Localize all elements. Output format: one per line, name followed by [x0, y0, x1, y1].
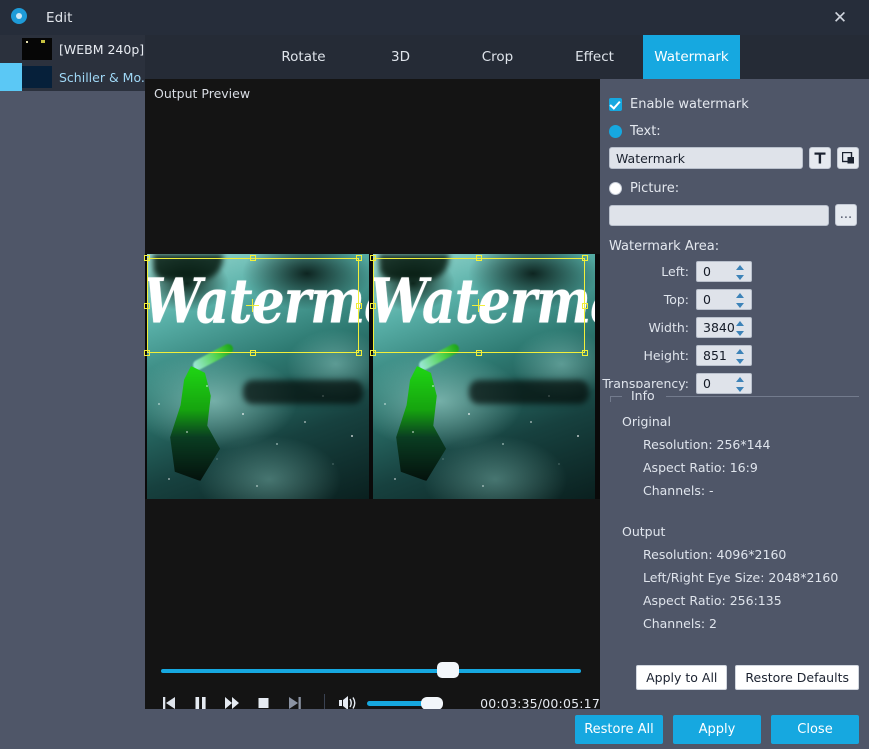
left-eye-view: Watermark [147, 254, 369, 499]
watermark-height-row: Height: 851 [600, 345, 869, 366]
watermark-top-stepper[interactable]: 0 [696, 289, 752, 310]
watermark-width-stepper[interactable]: 3840 [696, 317, 752, 338]
watermark-area-title: Watermark Area: [609, 239, 720, 254]
watermark-height-label: Height: [643, 348, 689, 363]
watermark-left-label: Left: [661, 264, 689, 279]
restore-defaults-button[interactable]: Restore Defaults [735, 665, 859, 690]
tab-bar: Rotate 3D Crop Effect Watermark [145, 35, 869, 79]
watermark-picture-row: ... [609, 204, 869, 226]
list-item[interactable]: [WEBM 240p] .. [0, 35, 145, 63]
output-title: Output [622, 524, 666, 539]
watermark-left-stepper[interactable]: 0 [696, 261, 752, 282]
watermark-text-input[interactable] [609, 147, 803, 169]
file-list: [WEBM 240p] .. Schiller & Mo... [0, 35, 145, 749]
tab-crop[interactable]: Crop [449, 35, 546, 79]
enable-watermark-row[interactable]: Enable watermark [609, 97, 869, 112]
watermark-left-row: Left: 0 [600, 261, 869, 282]
stepper-arrows-icon[interactable] [736, 265, 745, 280]
text-radio[interactable] [609, 125, 622, 138]
stepper-arrows-icon[interactable] [736, 321, 745, 336]
output-channels: Channels: 2 [643, 616, 717, 631]
close-button[interactable]: Close [771, 714, 859, 744]
browse-picture-button[interactable]: ... [835, 204, 857, 226]
watermark-left-value: 0 [703, 264, 711, 279]
watermark-top-row: Top: 0 [600, 289, 869, 310]
tab-3d[interactable]: 3D [352, 35, 449, 79]
right-eye-view: Watermark [373, 254, 595, 499]
tab-watermark[interactable]: Watermark [643, 35, 740, 79]
selection-strip [0, 63, 22, 91]
info-legend: Info [627, 388, 659, 403]
seek-track[interactable] [161, 662, 581, 678]
picture-radio-label: Picture: [630, 181, 680, 196]
font-T-icon[interactable] [809, 147, 831, 169]
layers-color-icon[interactable] [837, 147, 859, 169]
picture-radio-row[interactable]: Picture: [609, 181, 869, 196]
original-resolution: Resolution: 256*144 [643, 437, 771, 452]
watermark-transparency-value: 0 [703, 376, 711, 391]
enable-watermark-label: Enable watermark [630, 97, 749, 112]
watermark-height-value: 851 [703, 348, 727, 363]
title-bar: Edit ✕ [0, 0, 869, 35]
dialog-footer: Restore All Apply Close [0, 709, 869, 749]
list-item-label: [WEBM 240p] .. [59, 41, 145, 57]
watermark-width-row: Width: 3840 [600, 317, 869, 338]
tab-rotate[interactable]: Rotate [255, 35, 352, 79]
file-thumbnail [22, 66, 52, 88]
panel-action-buttons: Apply to All Restore Defaults [600, 665, 869, 690]
watermark-picture-input[interactable] [609, 204, 829, 226]
apply-to-all-button[interactable]: Apply to All [636, 665, 728, 690]
stepper-arrows-icon[interactable] [736, 349, 745, 364]
stepper-arrows-icon[interactable] [736, 293, 745, 308]
watermark-top-value: 0 [703, 292, 711, 307]
original-aspect-ratio: Aspect Ratio: 16:9 [643, 460, 758, 475]
list-item[interactable]: Schiller & Mo... [0, 63, 145, 91]
output-eye-size: Left/Right Eye Size: 2048*2160 [643, 570, 839, 585]
file-thumbnail [22, 38, 52, 60]
restore-all-button[interactable]: Restore All [575, 714, 663, 744]
watermark-width-label: Width: [648, 320, 689, 335]
edit-dialog: Edit ✕ [WEBM 240p] .. Schiller & Mo... R… [0, 0, 869, 749]
video-stage[interactable]: Watermark Watermark [144, 254, 600, 499]
watermark-width-value: 3840 [703, 320, 735, 335]
watermark-transparency-stepper[interactable]: 0 [696, 373, 752, 394]
seek-thumb[interactable] [437, 662, 459, 678]
watermark-top-label: Top: [663, 292, 689, 307]
tab-effect[interactable]: Effect [546, 35, 643, 79]
app-logo-icon [11, 7, 31, 28]
preview-pane: Output Preview Watermark Watermark [144, 79, 600, 749]
watermark-settings-panel: Enable watermark Text: Picture: ... Wate… [600, 79, 869, 709]
output-aspect-ratio: Aspect Ratio: 256:135 [643, 593, 782, 608]
apply-button[interactable]: Apply [673, 714, 761, 744]
watermark-overlay-text: Watermark [147, 266, 369, 339]
picture-radio[interactable] [609, 182, 622, 195]
original-channels: Channels: - [643, 483, 714, 498]
watermark-height-stepper[interactable]: 851 [696, 345, 752, 366]
output-resolution: Resolution: 4096*2160 [643, 547, 787, 562]
watermark-text-row [609, 147, 869, 169]
text-radio-label: Text: [630, 124, 661, 139]
original-title: Original [622, 414, 671, 429]
text-radio-row[interactable]: Text: [609, 124, 869, 139]
window-title: Edit [46, 9, 73, 26]
close-icon[interactable]: ✕ [823, 6, 857, 30]
volume-slider[interactable] [366, 696, 443, 710]
preview-label: Output Preview [154, 86, 251, 101]
stepper-arrows-icon[interactable] [736, 377, 745, 392]
list-item-label: Schiller & Mo... [59, 69, 145, 85]
info-group: Info Original Resolution: 256*144 Aspect… [610, 388, 859, 636]
enable-watermark-checkbox[interactable] [609, 98, 622, 111]
watermark-overlay-text: Watermark [373, 266, 595, 339]
volume-thumb[interactable] [420, 696, 443, 710]
